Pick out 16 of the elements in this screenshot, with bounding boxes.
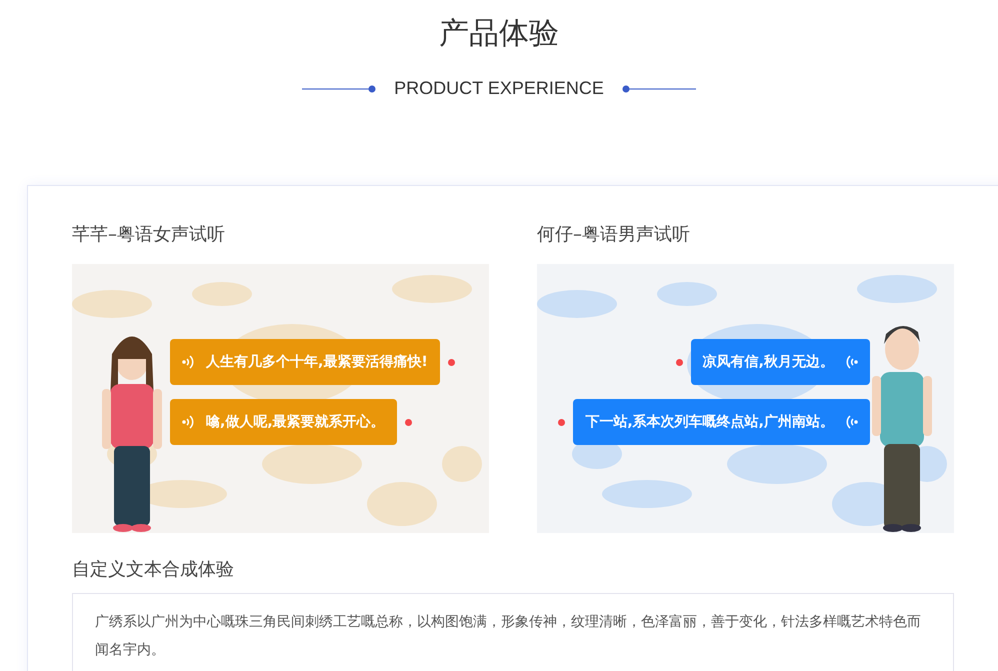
speech-bubble[interactable]: 凉风有信,秋月无边。	[690, 339, 870, 385]
line-dot-icon	[302, 84, 376, 92]
custom-title: 自定义文本合成体验	[72, 558, 235, 582]
page-title: 产品体验	[439, 15, 559, 53]
sample-title: 芊芊–粤语女声试听	[72, 223, 226, 247]
text-input-field[interactable]: 广绣系以广州为中心嘅珠三角民间刺绣工艺嘅总称，以构图饱满，形象传神，纹理清晰，色泽富丽，善于变化，针法多样嘅艺术特色而闻名宇内。	[72, 593, 954, 671]
section-subtitle: PRODUCT EXPERIENCE	[394, 78, 604, 99]
speech-bubble[interactable]: 人生有几多个十年,最紧要活得痛快!	[170, 339, 440, 385]
line-dot-icon	[622, 84, 696, 92]
sample-title: 何仔–粤语男声试听	[537, 223, 691, 247]
speech-bubble[interactable]: 噏,做人呢,最紧要就系开心。	[170, 399, 397, 445]
speech-bubble[interactable]: 下一站,系本次列车嘅终点站,广州南站。	[573, 399, 870, 445]
sound-wave-icon[interactable]	[844, 414, 858, 430]
sound-wave-icon[interactable]	[844, 354, 858, 370]
sound-wave-icon[interactable]	[182, 414, 196, 430]
sound-wave-icon[interactable]	[182, 354, 196, 370]
